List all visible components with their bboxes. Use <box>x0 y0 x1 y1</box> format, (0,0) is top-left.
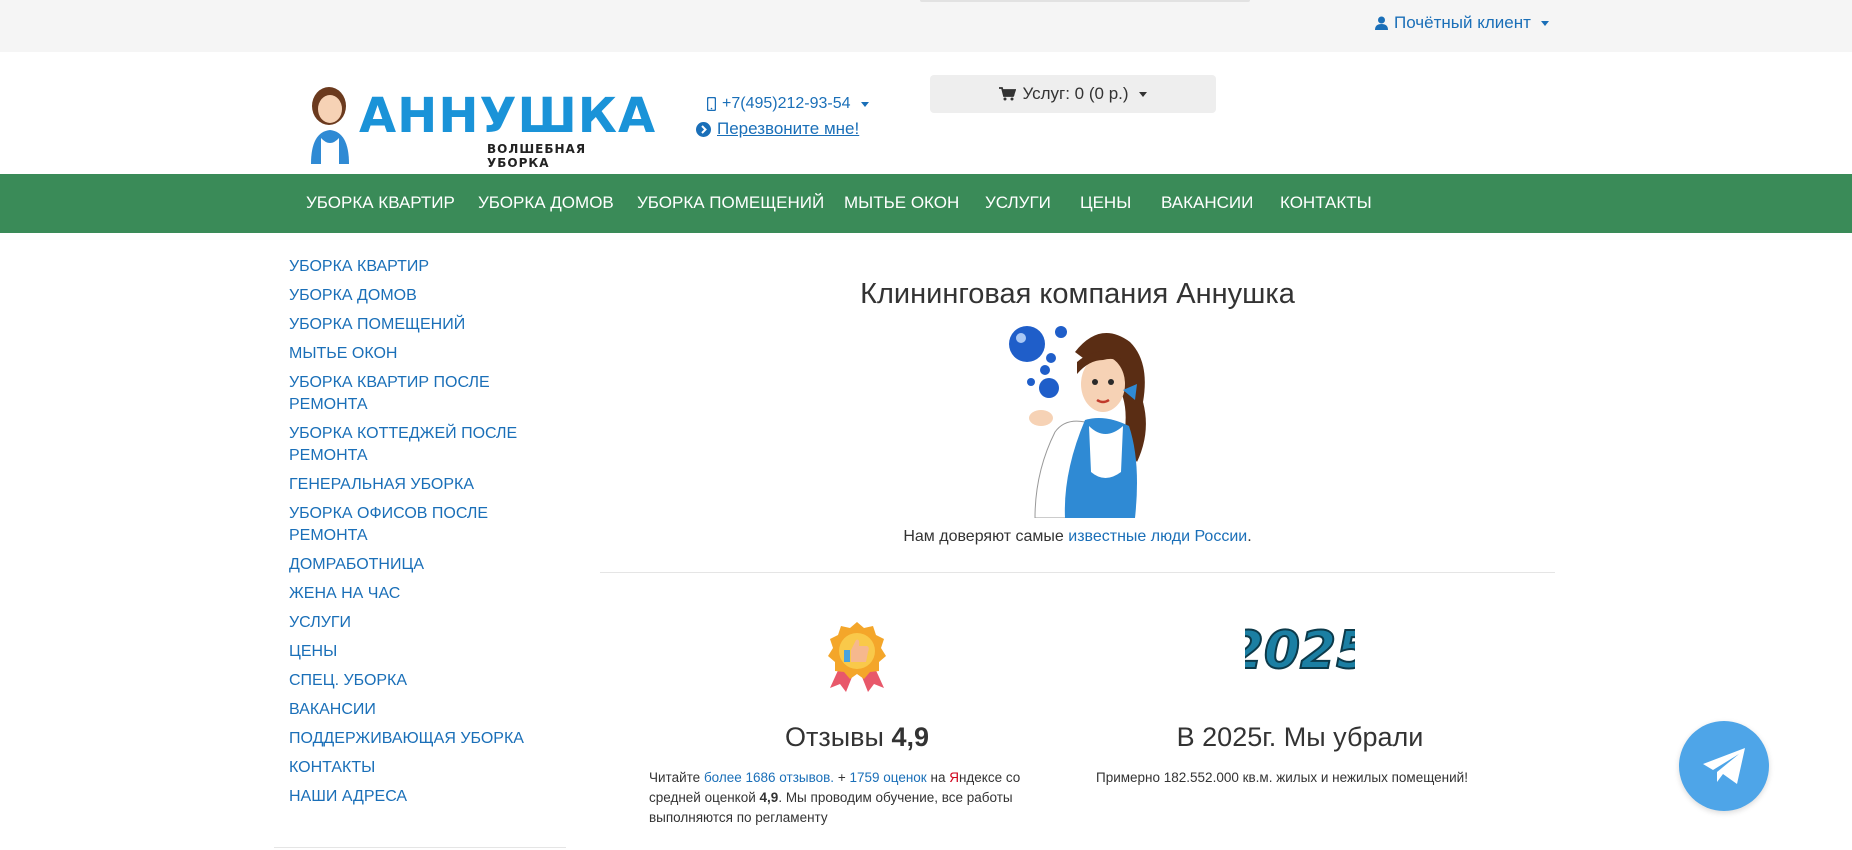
reviews-count-link[interactable]: более 1686 отзывов. <box>704 770 834 785</box>
phone-menu[interactable]: +7(495)212-93-54 <box>707 95 869 113</box>
ratings-count-link[interactable]: 1759 оценок <box>849 770 926 785</box>
telegram-icon <box>1703 748 1745 784</box>
nav-item-apartments[interactable]: УБОРКА КВАРТИР <box>306 193 455 213</box>
nav-item-prices[interactable]: ЦЕНЫ <box>1080 193 1131 213</box>
client-menu-label: Почётный клиент <box>1394 13 1531 32</box>
year-title: В 2025г. Мы убрали <box>1176 722 1424 752</box>
mascot-illustration <box>1009 326 1146 518</box>
callback-label: Перезвоните мне! <box>717 119 860 138</box>
nav-item-vacancies[interactable]: ВАКАНСИИ <box>1161 193 1253 213</box>
client-menu[interactable]: Почётный клиент <box>1375 13 1549 33</box>
nav-item-houses[interactable]: УБОРКА ДОМОВ <box>478 193 614 213</box>
cart-icon <box>999 87 1017 101</box>
sidebar-item[interactable]: СПЕЦ. УБОРКА <box>289 670 549 692</box>
trust-text: Нам доверяют самые известные люди России… <box>903 528 1252 545</box>
chevron-down-icon <box>1138 91 1147 97</box>
cart-label: Услуг: 0 (0 р.) <box>1022 84 1129 103</box>
section-divider <box>600 572 1555 573</box>
nav-item-windows[interactable]: МЫТЬЕ ОКОН <box>844 193 959 213</box>
top-bar <box>0 0 1852 52</box>
reviews-title: Отзывы 4,9 <box>785 722 929 752</box>
nav-item-premises[interactable]: УБОРКА ПОМЕЩЕНИЙ <box>637 193 824 213</box>
chevron-down-icon <box>1540 20 1549 26</box>
logo-text: АННУШКА <box>359 88 657 144</box>
logo-subtitle: ВОЛШЕБНАЯ УБОРКА <box>487 142 587 170</box>
callback-link[interactable]: Перезвоните мне! <box>696 119 859 139</box>
page-title: Клининговая компания Аннушка <box>860 278 1295 310</box>
sidebar-item[interactable]: МЫТЬЕ ОКОН <box>289 343 549 365</box>
mascot-logo-icon <box>311 87 349 164</box>
sidebar-item[interactable]: НАШИ АДРЕСА <box>289 786 549 808</box>
svg-text:2025: 2025 <box>1245 621 1355 681</box>
sidebar-item[interactable]: ПОДДЕРЖИВАЮЩАЯ УБОРКА <box>289 728 549 750</box>
nav-item-services[interactable]: УСЛУГИ <box>985 193 1051 213</box>
user-icon <box>1375 16 1388 30</box>
sidebar-item[interactable]: УБОРКА КВАРТИР ПОСЛЕ РЕМОНТА <box>289 372 549 416</box>
sidebar-item[interactable]: ДОМРАБОТНИЦА <box>289 554 549 576</box>
year-badge-icon: 2025 <box>1245 621 1355 681</box>
phone-number: +7(495)212-93-54 <box>722 95 851 112</box>
telegram-button[interactable] <box>1679 721 1769 811</box>
sidebar-menu: УБОРКА КВАРТИР УБОРКА ДОМОВ УБОРКА ПОМЕЩ… <box>289 256 549 815</box>
sidebar-item[interactable]: УБОРКА КОТТЕДЖЕЙ ПОСЛЕ РЕМОНТА <box>289 423 549 467</box>
nav-item-contacts[interactable]: КОНТАКТЫ <box>1280 193 1372 213</box>
cart-button[interactable]: Услуг: 0 (0 р.) <box>930 75 1216 113</box>
sidebar-item[interactable]: КОНТАКТЫ <box>289 757 549 779</box>
sidebar-item[interactable]: ЦЕНЫ <box>289 641 549 663</box>
sidebar-item[interactable]: ГЕНЕРАЛЬНАЯ УБОРКА <box>289 474 549 496</box>
sidebar-item[interactable]: УБОРКА ДОМОВ <box>289 285 549 307</box>
arrow-circle-right-icon <box>696 121 711 137</box>
top-bar-tab <box>920 0 1250 2</box>
sidebar-item[interactable]: УБОРКА ОФИСОВ ПОСЛЕ РЕМОНТА <box>289 503 549 547</box>
reviews-rating: 4,9 <box>891 722 929 752</box>
sidebar-divider <box>274 847 566 848</box>
famous-people-link[interactable]: известные люди России <box>1068 528 1247 545</box>
year-text: Примерно 182.552.000 кв.м. жилых и нежил… <box>1096 770 1468 785</box>
header <box>0 52 1852 174</box>
chevron-down-icon <box>860 101 869 107</box>
sidebar-item[interactable]: УБОРКА ПОМЕЩЕНИЙ <box>289 314 549 336</box>
site-logo[interactable]: АННУШКА ВОЛШЕБНАЯ УБОРКА <box>303 82 655 170</box>
sidebar-item[interactable]: ВАКАНСИИ <box>289 699 549 721</box>
reviews-text: Читайте более 1686 отзывов. + 1759 оцено… <box>649 770 1021 825</box>
award-thumbs-up-icon <box>828 622 886 692</box>
sidebar-item[interactable]: ЖЕНА НА ЧАС <box>289 583 549 605</box>
mobile-phone-icon <box>707 97 716 111</box>
main-nav: УБОРКА КВАРТИР УБОРКА ДОМОВ УБОРКА ПОМЕЩ… <box>0 174 1852 233</box>
sidebar-item[interactable]: УБОРКА КВАРТИР <box>289 256 549 278</box>
sidebar-item[interactable]: УСЛУГИ <box>289 612 549 634</box>
